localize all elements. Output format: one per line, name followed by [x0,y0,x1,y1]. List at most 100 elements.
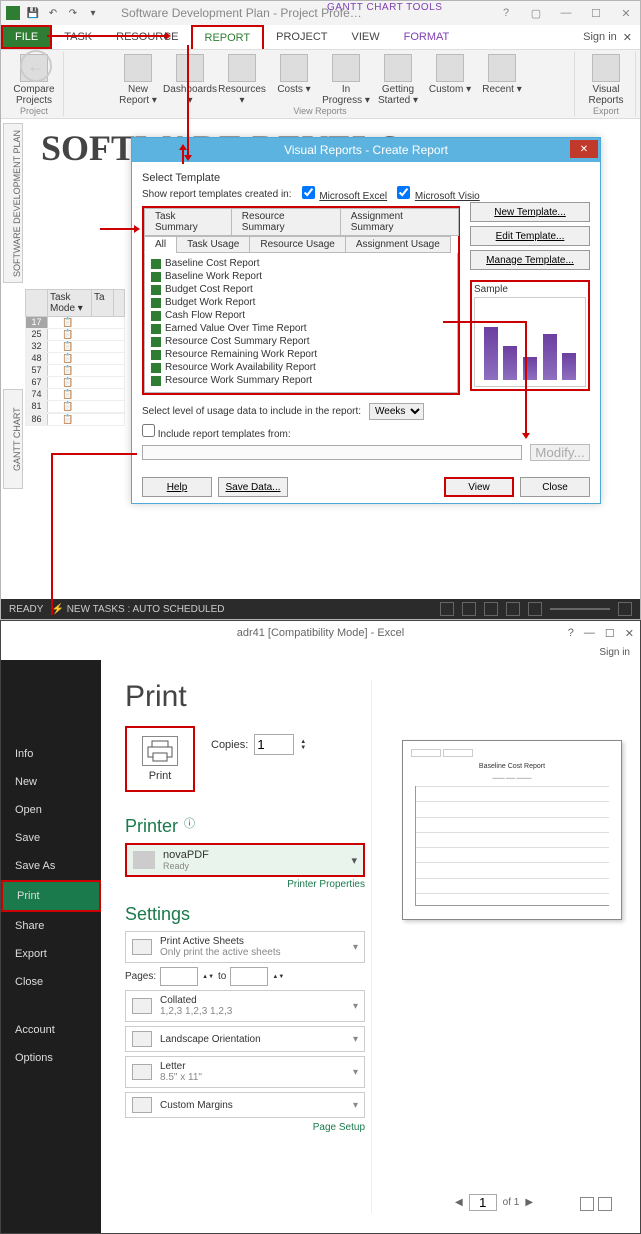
chk-excel[interactable]: Microsoft Excel [302,186,388,202]
resources-button[interactable]: Resources ▾ [217,54,267,106]
print-what-select[interactable]: Print Active SheetsOnly print the active… [125,931,365,963]
visual-reports-button[interactable]: Visual Reports [581,54,631,106]
task-row[interactable]: 32📋 [25,341,125,353]
backstage-open[interactable]: Open [1,796,101,824]
save-icon[interactable]: 💾 [25,5,41,21]
col-task-mode[interactable]: Task Mode ▾ [48,290,92,316]
view-calendar-icon[interactable] [506,602,520,616]
prev-page-button[interactable]: ◀ [455,1197,463,1208]
excel-signin[interactable]: Sign in [1,645,640,660]
template-list-item[interactable]: Budget Cost Report [149,283,453,296]
col-task-name[interactable]: Ta [92,290,114,316]
orientation-select[interactable]: Landscape Orientation [125,1026,365,1052]
backstage-share[interactable]: Share [1,912,101,940]
zoom-slider[interactable] [550,608,610,610]
pages-from-input[interactable] [160,967,198,986]
dialog-close-button[interactable]: ✕ [570,140,598,158]
close-icon[interactable]: ✕ [616,7,636,20]
tab-file[interactable]: FILE [1,25,52,49]
view-usage-icon[interactable] [462,602,476,616]
new-report-button[interactable]: New Report ▾ [113,54,163,106]
backstage-export[interactable]: Export [1,940,101,968]
template-list-item[interactable]: Resource Remaining Work Report [149,348,453,361]
task-row[interactable]: 67📋 [25,377,125,389]
template-list-item[interactable]: Earned Value Over Time Report [149,322,453,335]
backstage-account[interactable]: Account [1,1016,101,1044]
tab-resource[interactable]: RESOURCE [104,25,190,49]
redo-icon[interactable]: ↷ [65,5,81,21]
template-list-item[interactable]: Baseline Cost Report [149,257,453,270]
pages-to-input[interactable] [230,967,268,986]
tab-task[interactable]: TASK [52,25,104,49]
next-page-button[interactable]: ▶ [525,1197,533,1208]
backstage-close[interactable]: Close [1,968,101,996]
help-icon[interactable]: ? [496,7,516,20]
minimize-icon[interactable]: — [584,627,595,640]
template-list-item[interactable]: Resource Work Summary Report [149,374,453,387]
template-list-item[interactable]: Resource Cost Summary Report [149,335,453,348]
backstage-save-as[interactable]: Save As [1,852,101,880]
tab-format[interactable]: FORMAT [392,25,462,49]
task-row[interactable]: 48📋 [25,353,125,365]
backstage-new[interactable]: New [1,768,101,796]
task-row[interactable]: 57📋 [25,365,125,377]
help-icon[interactable]: ? [568,627,574,640]
tab-view[interactable]: VIEW [339,25,391,49]
template-list-item[interactable]: Baseline Work Report [149,270,453,283]
page-setup-link[interactable]: Page Setup [125,1122,365,1133]
task-row[interactable]: 74📋 [25,389,125,401]
close-icon[interactable]: ✕ [625,627,634,640]
zoom-to-page-icon[interactable] [598,1197,612,1211]
new-template-button[interactable]: New Template... [470,202,590,222]
maximize-icon[interactable]: ☐ [605,627,615,640]
view-gantt-icon[interactable] [440,602,454,616]
template-list[interactable]: Baseline Cost ReportBaseline Work Report… [144,253,458,393]
costs-button[interactable]: Costs ▾ [269,54,319,106]
tab-project[interactable]: PROJECT [264,25,339,49]
backstage-print[interactable]: Print [1,880,101,912]
backstage-save[interactable]: Save [1,824,101,852]
template-tab[interactable]: All [144,236,177,253]
print-button[interactable]: Print [125,726,195,792]
printer-properties-link[interactable]: Printer Properties [125,879,365,890]
info-icon[interactable]: ⓘ [184,815,195,831]
backstage-info[interactable]: Info [1,740,101,768]
custom-button[interactable]: Custom ▾ [425,54,475,106]
ribbon-collapse-icon[interactable]: ▢ [526,7,546,20]
template-tab[interactable]: Assignment Summary [340,208,459,236]
qat-dropdown-icon[interactable]: ▾ [85,5,101,21]
task-row[interactable]: 86📋 [25,414,125,426]
task-row[interactable]: 17📋 [25,317,125,329]
template-tab[interactable]: Resource Usage [249,236,345,253]
copies-down[interactable]: ▼ [300,745,306,751]
include-templates-check[interactable]: Include report templates from: [142,424,291,440]
template-list-item[interactable]: Resource Work Availability Report [149,361,453,374]
task-row[interactable]: 81📋 [25,401,125,413]
collate-select[interactable]: Collated1,2,3 1,2,3 1,2,3 [125,990,365,1022]
zoom-out-icon[interactable] [528,602,542,616]
chk-visio[interactable]: Microsoft Visio [397,186,480,202]
help-button[interactable]: Help [142,477,212,497]
page-number-input[interactable] [469,1194,497,1211]
tab-report[interactable]: REPORT [191,25,265,49]
manage-template-button[interactable]: Manage Template... [470,250,590,270]
getting-started-button[interactable]: Getting Started ▾ [373,54,423,106]
maximize-icon[interactable]: ☐ [586,7,606,20]
recent-button[interactable]: Recent ▾ [477,54,527,106]
zoom-in-icon[interactable] [618,602,632,616]
save-data-button[interactable]: Save Data... [218,477,288,497]
show-margins-icon[interactable] [580,1197,594,1211]
in-progress-button[interactable]: In Progress ▾ [321,54,371,106]
template-list-item[interactable]: Cash Flow Report [149,309,453,322]
backstage-options[interactable]: Options [1,1044,101,1072]
close-button[interactable]: Close [520,477,590,497]
mdi-close-icon[interactable]: ✕ [623,31,632,44]
dashboards-button[interactable]: Dashboards ▾ [165,54,215,106]
printer-select[interactable]: novaPDF Ready [125,843,365,877]
signin-link[interactable]: Sign in✕ [575,25,640,49]
minimize-icon[interactable]: — [556,7,576,20]
template-list-item[interactable]: Budget Work Report [149,296,453,309]
paper-size-select[interactable]: Letter8.5" x 11" [125,1056,365,1088]
task-row[interactable]: 25📋 [25,329,125,341]
template-tab[interactable]: Assignment Usage [345,236,451,253]
